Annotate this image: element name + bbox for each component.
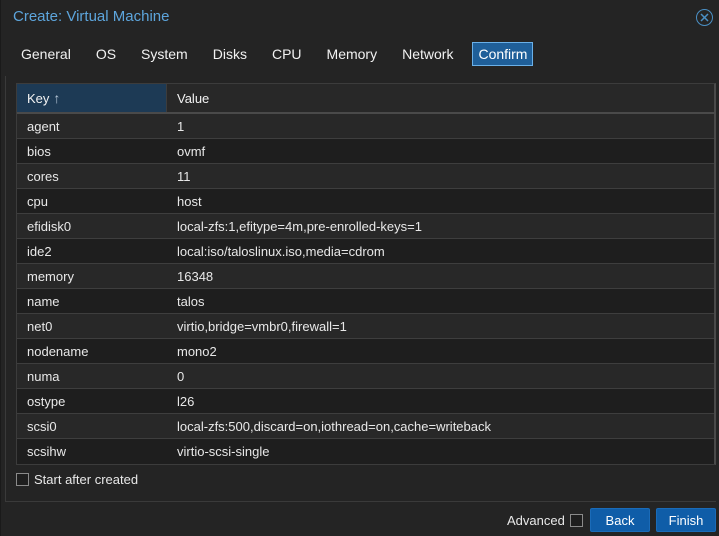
row-key: name [27, 293, 60, 309]
row-key: numa [27, 368, 60, 384]
row-value: ovmf [177, 143, 206, 159]
row-value: virtio-scsi-single [177, 444, 270, 459]
close-button[interactable] [696, 9, 713, 26]
table-row[interactable]: numa 0 [17, 364, 714, 389]
row-value: 0 [177, 368, 185, 384]
tab-confirm[interactable]: Confirm [472, 42, 534, 66]
sort-ascending-icon: ↑ [53, 90, 61, 106]
wizard-tabs: General OS System Disks CPU Memory Netwo… [15, 42, 546, 66]
row-value: local-zfs:1,efitype=4m,pre-enrolled-keys… [177, 218, 422, 234]
row-key: scsi0 [27, 418, 57, 434]
tab-cpu[interactable]: CPU [266, 42, 308, 66]
row-value: local-zfs:500,discard=on,iothread=on,cac… [177, 418, 491, 434]
advanced-label: Advanced [507, 513, 565, 528]
column-header-key[interactable]: Key ↑ [17, 84, 167, 112]
title-bar: Create: Virtual Machine [1, 0, 719, 34]
table-row[interactable]: name talos [17, 289, 714, 314]
dialog-footer: Advanced Back Finish [1, 502, 719, 536]
table-row[interactable]: bios ovmf [17, 139, 714, 164]
row-value: host [177, 193, 202, 209]
row-value: virtio,bridge=vmbr0,firewall=1 [177, 318, 347, 334]
column-header-value-label: Value [177, 90, 210, 106]
column-header-value[interactable]: Value [167, 84, 714, 112]
start-after-created-option[interactable]: Start after created [16, 472, 138, 487]
row-value: mono2 [177, 343, 217, 359]
row-value: 1 [177, 118, 185, 134]
table-row[interactable]: cores 11 [17, 164, 714, 189]
row-value: 11 [177, 168, 191, 184]
row-key: net0 [27, 318, 53, 334]
tab-network[interactable]: Network [396, 42, 459, 66]
table-row[interactable]: nodename mono2 [17, 339, 714, 364]
start-after-created-label: Start after created [34, 472, 139, 487]
advanced-checkbox[interactable] [569, 514, 583, 527]
row-key: memory [27, 268, 74, 284]
row-key: agent [27, 118, 60, 134]
table-row[interactable]: ide2 local:iso/taloslinux.iso,media=cdrom [17, 239, 714, 264]
tab-general[interactable]: General [15, 42, 77, 66]
row-key: cpu [27, 193, 48, 209]
row-value: talos [177, 293, 205, 309]
row-key: scsihw [27, 444, 67, 459]
row-value: l26 [177, 393, 195, 409]
row-key: ide2 [27, 243, 52, 259]
table-row[interactable]: scsi0 local-zfs:500,discard=on,iothread=o… [17, 414, 714, 439]
row-key: nodename [27, 343, 89, 359]
table-row[interactable]: ostype l26 [17, 389, 714, 414]
column-header-key-label: Key [27, 90, 50, 106]
tab-system[interactable]: System [135, 42, 194, 66]
table-row[interactable]: memory 16348 [17, 264, 714, 289]
finish-button[interactable]: Finish [656, 508, 716, 532]
dialog-title: Create: Virtual Machine [13, 8, 170, 25]
row-value: local:iso/taloslinux.iso,media=cdrom [177, 243, 385, 259]
row-key: cores [27, 168, 59, 184]
start-after-created-checkbox[interactable] [16, 473, 29, 486]
table-row[interactable]: scsihw virtio-scsi-single [17, 439, 714, 464]
row-key: efidisk0 [27, 218, 72, 234]
grid-header: Key ↑ Value [17, 84, 714, 114]
confirm-panel: Key ↑ Value agent 1 bios ovmf cores 11 cpu h… [5, 76, 716, 502]
row-value: 16348 [177, 268, 214, 284]
row-key: ostype [27, 393, 66, 409]
create-vm-dialog: Create: Virtual Machine General OS Syste… [0, 0, 719, 536]
tab-os[interactable]: OS [90, 42, 122, 66]
row-key: bios [27, 143, 51, 159]
grid-body: agent 1 bios ovmf cores 11 cpu host efidisk0… [17, 114, 714, 464]
table-row[interactable]: net0 virtio,bridge=vmbr0,firewall=1 [17, 314, 714, 339]
tab-memory[interactable]: Memory [321, 42, 384, 66]
summary-grid: Key ↑ Value agent 1 bios ovmf cores 11 cpu h… [16, 83, 716, 465]
advanced-toggle[interactable]: Advanced [507, 513, 583, 528]
close-icon [700, 13, 709, 22]
table-row[interactable]: cpu host [17, 189, 714, 214]
table-row[interactable]: efidisk0 local-zfs:1,efitype=4m,pre-enrol… [17, 214, 714, 239]
back-button[interactable]: Back [590, 508, 650, 532]
tab-disks[interactable]: Disks [207, 42, 253, 66]
table-row[interactable]: agent 1 [17, 114, 714, 139]
